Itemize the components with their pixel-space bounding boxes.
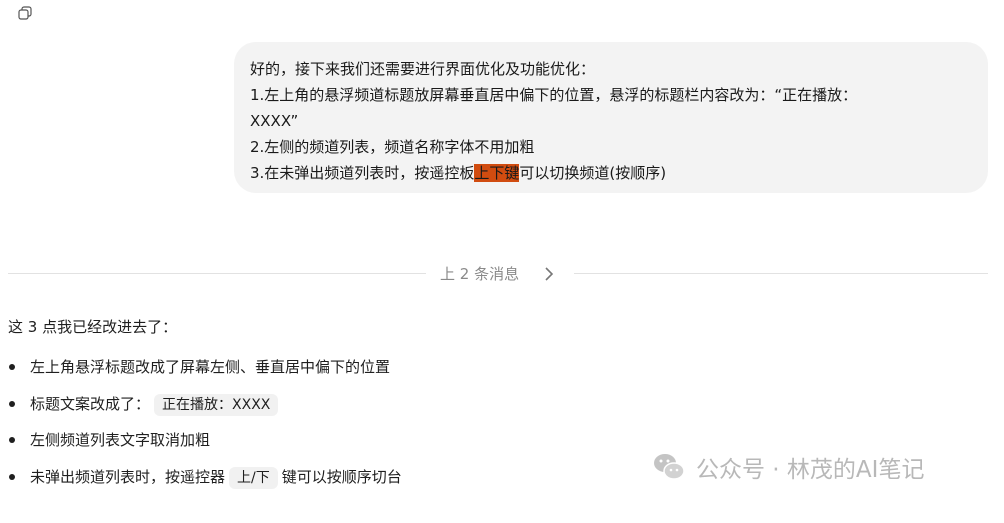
wechat-icon [654,454,685,480]
user-message-line: 2.左侧的频道列表，频道名称字体不用加粗 [250,138,535,156]
list-item: 未弹出频道列表时，按遥控器 上/下 键可以按顺序切台 [8,462,402,499]
list-item: 标题文案改成了： 正在播放：XXXX [8,389,402,426]
divider-line [8,273,426,274]
chevron-right-icon[interactable] [544,267,554,281]
copy-icon[interactable] [18,6,32,20]
bullet-dot [9,364,15,370]
previous-messages-link[interactable]: 上 2 条消息 [440,263,519,284]
list-item: 左侧频道列表文字取消加粗 [8,425,402,462]
user-message-line: 好的，接下来我们还需要进行界面优化及功能优化： [250,60,596,78]
user-message-line: XXXX” [250,112,299,130]
list-item-text: 标题文案改成了： [30,394,151,413]
text-selection-highlight: 上下键 [474,164,520,182]
assistant-reply-list: 左上角悬浮标题改成了屏幕左侧、垂直居中偏下的位置 标题文案改成了： 正在播放：XX… [8,352,402,498]
list-item-text: 左侧频道列表文字取消加粗 [30,431,211,449]
watermark-text: 公众号 · 林茂的AI笔记 [696,457,925,483]
bullet-dot [9,437,15,443]
previous-messages-divider: 上 2 条消息 [8,262,988,286]
bullet-dot [9,400,15,407]
user-message-bubble: 好的，接下来我们还需要进行界面优化及功能优化： 1.左上角的悬浮频道标题放屏幕垂… [234,42,988,193]
user-message-text: 可以切换频道(按顺序) [519,164,667,182]
user-message-line: 1.左上角的悬浮频道标题放屏幕垂直居中偏下的位置，悬浮的标题栏内容改为：“正在播… [250,86,858,104]
assistant-reply-intro: 这 3 点我已经改进去了： [8,318,178,336]
list-item: 左上角悬浮标题改成了屏幕左侧、垂直居中偏下的位置 [8,352,402,389]
inline-code: 上/下 [229,466,278,489]
list-item-text: 键可以按顺序切台 [281,467,402,486]
watermark: 公众号 · 林茂的AI笔记 [652,450,924,484]
user-message-text: 3.在未弹出频道列表时，按遥控板 [250,164,475,182]
bullet-dot [9,473,15,480]
inline-code: 正在播放：XXXX [154,393,279,416]
list-item-text: 左上角悬浮标题改成了屏幕左侧、垂直居中偏下的位置 [30,358,391,376]
list-item-text: 未弹出频道列表时，按遥控器 [30,467,226,486]
user-message-line: 3.在未弹出频道列表时，按遥控板上下键可以切换频道(按顺序) [250,160,972,186]
divider-line [574,273,988,274]
